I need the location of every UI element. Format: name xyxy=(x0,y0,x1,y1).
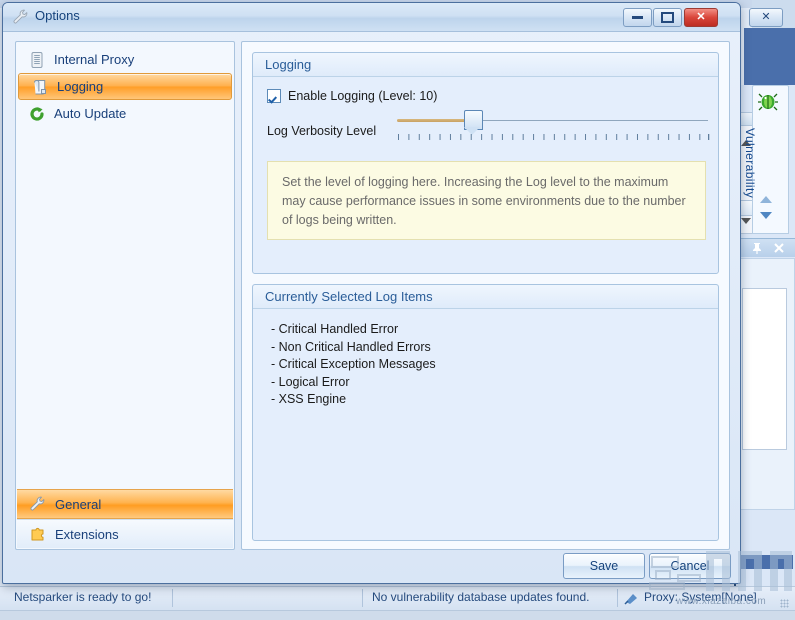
enable-logging-label: Enable Logging (Level: 10) xyxy=(288,89,438,103)
slider-thumb[interactable] xyxy=(464,110,483,136)
status-separator xyxy=(617,589,618,607)
enable-logging-checkbox[interactable] xyxy=(267,89,281,103)
dialog-button-bar: Save Cancel xyxy=(3,551,740,583)
options-content-pane: Logging Enable Logging (Level: 10) Log V… xyxy=(241,41,730,550)
status-message: Netsparker is ready to go! xyxy=(14,590,152,604)
dock-panel-header xyxy=(736,238,795,257)
pin-icon[interactable] xyxy=(750,241,764,255)
dialog-title-bar[interactable]: Options ✕ xyxy=(3,3,740,32)
wrench-icon xyxy=(13,9,28,24)
status-separator xyxy=(172,589,173,607)
slider-ticks xyxy=(398,134,710,140)
sidebar-item-label: Auto Update xyxy=(54,106,127,121)
logging-group-header: Logging xyxy=(253,53,718,77)
pane-scroll-down-icon[interactable] xyxy=(760,212,772,219)
sidebar-category-extensions[interactable]: Extensions xyxy=(17,519,233,548)
maximize-glyph xyxy=(661,12,674,23)
status-separator xyxy=(362,589,363,607)
sidebar-item-logging[interactable]: Logging xyxy=(18,73,232,100)
slider-track-filled xyxy=(397,119,472,122)
minimize-button[interactable] xyxy=(623,8,652,27)
sidebar-category-label: General xyxy=(55,496,102,512)
sidebar-item-label: Internal Proxy xyxy=(54,52,135,67)
sidebar-category-label: Extensions xyxy=(55,526,119,542)
pane-scroll-up-icon[interactable] xyxy=(760,196,772,203)
status-updates: No vulnerability database updates found. xyxy=(372,590,590,604)
list-item: - Critical Handled Error xyxy=(271,322,399,336)
options-sidebar: Internal Proxy Logging Auto Update Gener… xyxy=(15,41,235,550)
close-button[interactable]: ✕ xyxy=(684,8,718,27)
dock-panel-footer xyxy=(738,555,793,569)
logging-group: Logging Enable Logging (Level: 10) Log V… xyxy=(252,52,719,274)
save-button[interactable]: Save xyxy=(563,553,645,579)
selected-log-items-list: - Critical Handled Error - Non Critical … xyxy=(271,321,436,409)
maximize-button[interactable] xyxy=(653,8,682,27)
selected-log-items-header: Currently Selected Log Items xyxy=(253,285,718,309)
list-item: - Critical Exception Messages xyxy=(271,357,436,371)
bg-close-button[interactable]: ✕ xyxy=(749,8,783,27)
sidebar-category-list: General Extensions xyxy=(17,489,233,548)
enable-logging-row[interactable]: Enable Logging (Level: 10) xyxy=(267,89,437,103)
refresh-icon xyxy=(28,105,46,123)
logging-info-text: Set the level of logging here. Increasin… xyxy=(282,175,686,227)
dialog-body: Internal Proxy Logging Auto Update Gener… xyxy=(3,31,740,583)
slider-track xyxy=(472,120,708,121)
dock-panel-content xyxy=(742,288,787,450)
puzzle-icon xyxy=(29,525,47,543)
scroll-icon xyxy=(31,78,49,96)
list-item: - Non Critical Handled Errors xyxy=(271,339,431,354)
dialog-title: Options xyxy=(35,8,80,23)
vulnerability-tab-label: Vulnerability xyxy=(743,128,757,199)
sidebar-item-auto-update[interactable]: Auto Update xyxy=(16,100,234,127)
options-dialog: Options ✕ Internal Proxy Logging Auto Up… xyxy=(2,2,741,584)
server-icon xyxy=(28,51,46,69)
list-item: - Logical Error xyxy=(271,374,350,389)
sidebar-item-internal-proxy[interactable]: Internal Proxy xyxy=(16,46,234,73)
slider-tick-end xyxy=(708,134,709,140)
close-glyph: ✕ xyxy=(761,11,771,23)
bug-icon xyxy=(758,93,778,111)
list-item: - XSS Engine xyxy=(271,392,347,406)
sidebar-item-label: Logging xyxy=(57,79,104,94)
logging-info-box: Set the level of logging here. Increasin… xyxy=(267,161,706,240)
verbosity-slider[interactable] xyxy=(397,110,711,140)
sidebar-nav-list: Internal Proxy Logging Auto Update xyxy=(16,46,234,127)
app-header-block xyxy=(744,28,795,85)
resize-grip[interactable] xyxy=(780,599,789,608)
cancel-button[interactable]: Cancel xyxy=(649,553,731,579)
watermark-url: www.xiazaiba.com xyxy=(676,596,767,607)
selected-log-items-group: Currently Selected Log Items - Critical … xyxy=(252,284,719,541)
close-panel-icon[interactable] xyxy=(772,241,786,255)
sidebar-category-general[interactable]: General xyxy=(17,489,233,519)
minimize-glyph xyxy=(632,16,643,19)
verbosity-slider-label: Log Verbosity Level xyxy=(267,124,377,138)
close-glyph: ✕ xyxy=(696,11,706,23)
wrench-icon xyxy=(29,495,47,513)
proxy-icon xyxy=(624,594,637,605)
